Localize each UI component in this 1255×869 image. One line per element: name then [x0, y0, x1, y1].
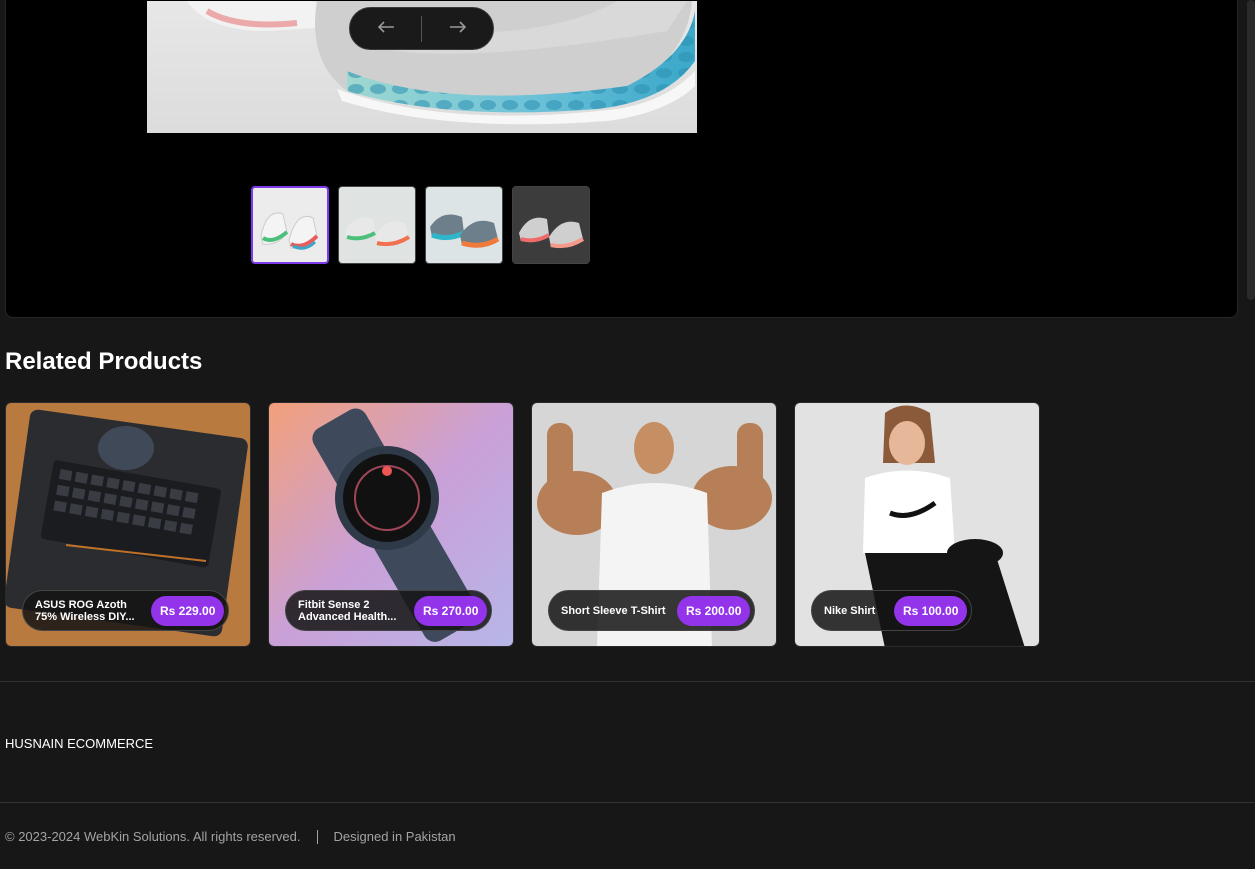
related-products-list: ASUS ROG Azoth 75% Wireless DIY... Rs 22… — [5, 402, 1040, 647]
product-gallery — [5, 0, 1238, 318]
product-price[interactable]: Rs 100.00 — [894, 595, 968, 626]
product-name: Short Sleeve T-Shirt — [561, 604, 666, 617]
footer-divider-top — [0, 681, 1255, 682]
thumbnail-2[interactable] — [338, 186, 416, 264]
next-image-button[interactable] — [422, 8, 493, 49]
product-name: Fitbit Sense 2 Advanced Health... — [298, 598, 397, 623]
thumbnail-3[interactable] — [425, 186, 503, 264]
product-name: ASUS ROG Azoth 75% Wireless DIY... — [35, 598, 135, 623]
carousel-controls — [349, 7, 494, 50]
product-card[interactable]: ASUS ROG Azoth 75% Wireless DIY... Rs 22… — [5, 402, 251, 647]
related-products-heading: Related Products — [5, 348, 203, 375]
product-info-pill: Nike Shirt Rs 100.00 — [811, 590, 973, 631]
product-card[interactable]: Short Sleeve T-Shirt Rs 200.00 — [531, 402, 777, 647]
product-price[interactable]: Rs 200.00 — [677, 595, 751, 626]
footer-bar: © 2023-2024 WebKin Solutions. All rights… — [5, 829, 456, 844]
product-price[interactable]: Rs 229.00 — [151, 595, 225, 626]
product-card[interactable]: Fitbit Sense 2 Advanced Health... Rs 270… — [268, 402, 514, 647]
thumbnail-4[interactable] — [512, 186, 590, 264]
product-info-pill: Short Sleeve T-Shirt Rs 200.00 — [548, 590, 756, 631]
copyright-text: © 2023-2024 WebKin Solutions. All rights… — [5, 829, 301, 844]
thumbnail-strip — [251, 186, 590, 264]
arrow-right-icon — [449, 20, 467, 38]
product-name: Nike Shirt — [824, 604, 876, 617]
footer-separator — [316, 829, 318, 844]
designed-in-text: Designed in Pakistan — [333, 829, 456, 844]
page-scrollbar[interactable] — [1247, 0, 1255, 300]
prev-image-button[interactable] — [350, 8, 421, 49]
product-price[interactable]: Rs 270.00 — [414, 595, 488, 626]
footer-brand[interactable]: HUSNAIN ECOMMERCE — [5, 736, 153, 751]
product-card[interactable]: Nike Shirt Rs 100.00 — [794, 402, 1040, 647]
footer-divider-bottom — [0, 802, 1255, 803]
arrow-left-icon — [377, 20, 395, 38]
thumbnail-1[interactable] — [251, 186, 329, 264]
product-info-pill: Fitbit Sense 2 Advanced Health... Rs 270… — [285, 590, 493, 631]
product-info-pill: ASUS ROG Azoth 75% Wireless DIY... Rs 22… — [22, 590, 230, 631]
